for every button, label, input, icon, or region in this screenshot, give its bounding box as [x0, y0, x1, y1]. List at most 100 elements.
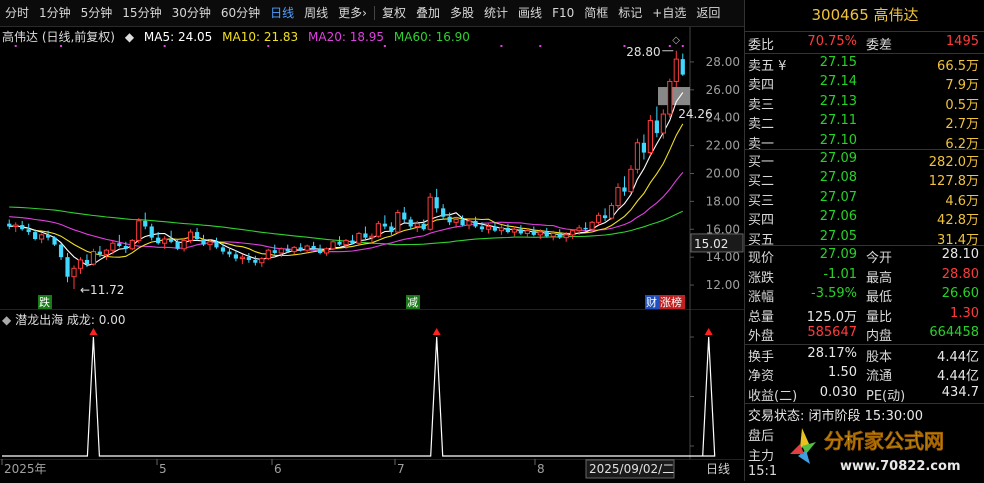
stat-label: 涨幅	[748, 290, 775, 306]
sell-volume: 0.5万	[945, 97, 979, 113]
signal-dot	[668, 45, 671, 47]
current-price-label: 15.02	[694, 237, 728, 251]
weicha-value: 1495	[945, 34, 979, 49]
stat2-label: 净资	[748, 369, 775, 385]
stat-value2: 28.10	[941, 247, 979, 262]
stat-label2: 今开	[866, 251, 893, 266]
toolbar-item-18[interactable]: 返回	[691, 0, 725, 27]
toolbar-item-15[interactable]: 简框	[579, 0, 613, 27]
candle	[395, 209, 401, 234]
toolbar-item-3[interactable]: 15分钟	[117, 0, 166, 27]
stat2-value: 28.17%	[807, 346, 857, 361]
toolbar-item-16[interactable]: 标记	[613, 0, 647, 27]
candle	[265, 248, 271, 260]
cursor-date: 2025/09/02/二	[589, 462, 674, 476]
candle	[615, 183, 621, 209]
sell-volume: 66.5万	[937, 59, 979, 74]
sell-volume: 7.9万	[945, 78, 979, 94]
signal-dot	[623, 45, 626, 47]
stat-label2: 量比	[866, 309, 893, 325]
toolbar-item-2[interactable]: 5分钟	[76, 0, 118, 27]
stat-label: 外盘	[748, 329, 775, 345]
toolbar-item-17[interactable]: +自选	[647, 0, 691, 27]
stat-row: 总量 125.0万 量比 1.30	[745, 305, 984, 325]
stat-value: 125.0万	[806, 309, 857, 325]
toolbar-item-7[interactable]: 周线	[299, 0, 333, 27]
toolbar-item-5[interactable]: 60分钟	[216, 0, 265, 27]
buy-price: 27.07	[819, 189, 857, 205]
toolbar-item-13[interactable]: 画线	[513, 0, 547, 27]
logo-text: 分析家公式网	[824, 429, 944, 453]
tag-drop-text: 跌	[39, 295, 50, 309]
stat2-value2: 434.7	[941, 384, 979, 400]
candle	[330, 240, 336, 251]
toolbar-item-9[interactable]: 复权	[377, 0, 411, 27]
indicator-chart[interactable]	[0, 309, 744, 459]
sell-label: 卖三	[748, 97, 775, 113]
toolbar-item-12[interactable]: 统计	[479, 0, 513, 27]
signal-dot	[500, 45, 503, 47]
signal-dot	[14, 45, 17, 47]
toolbar-item-6[interactable]: 日线	[265, 0, 299, 27]
last-price-annotation: 24.26	[678, 107, 712, 121]
candle	[647, 114, 653, 156]
stat2-row: 净资 1.50 流通 4.44亿	[745, 364, 984, 384]
low-price-annotation: ←11.72	[80, 283, 124, 297]
signal-dot	[60, 45, 63, 47]
toolbar-item-10[interactable]: 叠加	[411, 0, 445, 27]
stat-value: -3.59%	[811, 286, 857, 302]
time-label-0: 2025年	[4, 462, 47, 476]
price-tick-4: 20.00	[706, 166, 740, 180]
stat2-value2: 4.44亿	[937, 350, 979, 365]
tag-reduce-text: 减	[407, 296, 418, 309]
candle	[608, 202, 615, 220]
indicator-legend: ◆ 潜龙出海 成龙: 0.00	[2, 311, 125, 328]
stat2-label2: 流通	[866, 369, 893, 385]
toolbar-item-1[interactable]: 1分钟	[34, 0, 76, 27]
time-label-4: 8	[537, 462, 545, 476]
toolbar-item-11[interactable]: 多股	[445, 0, 479, 27]
tag-fin-text: 财	[646, 295, 657, 309]
stat2-label2: PE(动)	[866, 388, 906, 404]
stat2-row: 换手 28.17% 股本 4.44亿	[745, 345, 984, 365]
price-tick-5: 18.00	[706, 194, 740, 208]
toolbar-item-14[interactable]: F10	[547, 0, 579, 27]
sell-price: 27.13	[819, 93, 857, 109]
sell-row: 卖二 27.11 2.7万	[745, 112, 984, 132]
sell-volume: 2.7万	[945, 117, 979, 133]
diamond-marker-icon: ◇	[672, 35, 680, 46]
price-tick-3: 22.00	[706, 139, 740, 153]
candlestick-chart[interactable]: 28.0026.0024.0022.0020.0018.0016.0014.00…	[0, 27, 744, 309]
signal-dot	[539, 45, 542, 47]
candle	[136, 218, 142, 244]
weicha-label: 委差	[866, 38, 893, 53]
buy-label: 买三	[748, 193, 775, 209]
buy-volume: 282.0万	[928, 155, 979, 170]
toolbar-item-8[interactable]: 更多›	[333, 0, 372, 27]
stat-value: 585647	[807, 325, 857, 341]
logo-url: www.70822.com	[840, 459, 961, 474]
stat-value2: 26.60	[941, 286, 979, 302]
stat-label: 现价	[748, 251, 775, 266]
signal-dot	[267, 45, 270, 47]
buy-volume: 127.8万	[928, 174, 979, 190]
ma5-label: MA5: 24.05	[143, 30, 213, 44]
buy-row: 买二 27.08 127.8万	[745, 169, 984, 189]
stock-code-name: 300465 高伟达	[745, 0, 984, 32]
webi-label: 委比	[748, 38, 775, 53]
ma60-label: MA60: 16.90	[393, 30, 470, 44]
period-toolbar: 分时 1分钟 5分钟 15分钟 30分钟 60分钟 日线 周线 更多› 复权 叠加 多股 统计 画线 F10…	[0, 0, 744, 27]
price-tick-8: 12.00	[706, 278, 740, 292]
time-label-2: 6	[274, 462, 282, 476]
stat2-value2: 4.44亿	[937, 369, 979, 385]
toolbar-item-4[interactable]: 30分钟	[167, 0, 216, 27]
indicator-settings-icon[interactable]: ◆	[2, 313, 11, 327]
stat2-value: 1.50	[828, 365, 857, 381]
webi-row: 委比 70.75% 委差 1495	[745, 33, 984, 53]
buy-price: 27.08	[819, 170, 857, 186]
candle	[90, 248, 97, 266]
main-force-label: 主力	[748, 449, 775, 464]
ma-toggle-icon[interactable]: ◆	[125, 30, 134, 44]
toolbar-item-0[interactable]: 分时	[0, 0, 34, 27]
sell-label: 卖四	[748, 78, 775, 94]
